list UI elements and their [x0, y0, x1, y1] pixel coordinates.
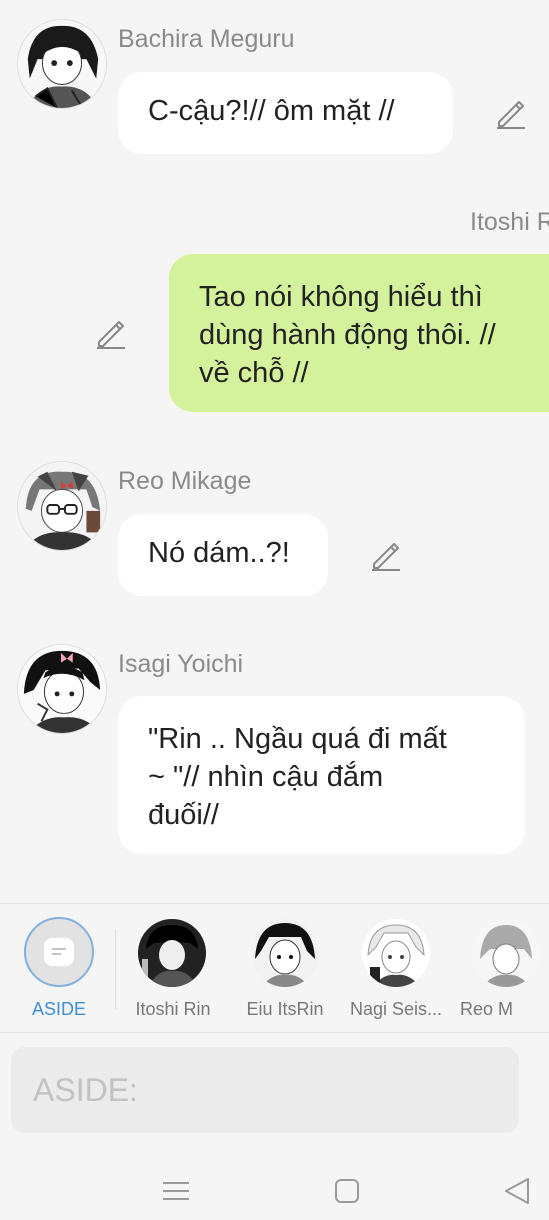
character-eiu-itsrin[interactable]: Eiu ItsRin	[238, 904, 328, 1032]
system-nav-bar	[0, 1150, 549, 1220]
chat-area[interactable]: Bachira Meguru C-cậu?!// ôm mặt // Itosh…	[0, 0, 549, 903]
character-label: Itoshi Rin	[135, 999, 211, 1019]
message-bubble[interactable]: C-cậu?!// ôm mặt //	[118, 72, 453, 154]
message-line: đuối//	[148, 799, 219, 831]
message-text: C-cậu?!// ôm mặt //	[148, 95, 395, 127]
message-line: Tao nói không hiểu thì	[199, 281, 483, 313]
character-reo-mikage[interactable]: Reo M	[456, 904, 549, 1032]
menu-icon[interactable]	[159, 1174, 193, 1208]
message-line: ~ "// nhìn cậu đắm	[148, 761, 384, 793]
avatar-reo[interactable]	[17, 461, 107, 551]
character-bar[interactable]: ASIDE Itoshi Rin Eiu ItsRin Nagi Seis...…	[0, 903, 549, 1033]
character-itoshi-rin[interactable]: Itoshi Rin	[128, 904, 218, 1032]
sender-name: Itoshi R	[470, 208, 549, 236]
message-text: Nó dám..?!	[148, 537, 290, 569]
aside-chat-icon	[24, 917, 94, 987]
character-label: Reo M	[460, 999, 514, 1019]
message-bubble[interactable]: "Rin .. Ngầu quá đi mất ~ "// nhìn cậu đ…	[118, 696, 525, 854]
pencil-icon[interactable]	[494, 96, 528, 130]
character-avatar	[472, 919, 540, 987]
character-nagi-seishiro[interactable]: Nagi Seis...	[346, 904, 446, 1032]
character-avatar	[362, 919, 430, 987]
sender-name: Reo Mikage	[118, 467, 252, 495]
character-avatar	[251, 919, 319, 987]
message-line: dùng hành động thôi. //	[199, 319, 496, 351]
message-bubble-mine[interactable]: Tao nói không hiểu thì dùng hành động th…	[169, 254, 549, 412]
message-input-container[interactable]	[11, 1047, 519, 1133]
message-line: về chỗ //	[199, 357, 309, 389]
character-label: Nagi Seis...	[349, 999, 443, 1019]
divider	[115, 929, 116, 1009]
character-aside[interactable]: ASIDE	[0, 904, 115, 1032]
back-triangle-icon[interactable]	[500, 1174, 534, 1208]
sender-name: Bachira Meguru	[118, 25, 295, 53]
pencil-icon[interactable]	[369, 538, 403, 572]
pencil-icon[interactable]	[94, 316, 128, 350]
message-bubble[interactable]: Nó dám..?!	[118, 514, 328, 596]
character-label: Eiu ItsRin	[246, 999, 324, 1019]
avatar-isagi[interactable]	[17, 644, 107, 734]
character-label: ASIDE	[31, 999, 87, 1019]
home-square-icon[interactable]	[330, 1174, 364, 1208]
sender-name: Isagi Yoichi	[118, 650, 244, 678]
character-avatar	[138, 919, 206, 987]
message-line: "Rin .. Ngầu quá đi mất	[148, 723, 447, 755]
avatar-bachira[interactable]	[17, 19, 107, 109]
message-input[interactable]	[11, 1047, 519, 1133]
